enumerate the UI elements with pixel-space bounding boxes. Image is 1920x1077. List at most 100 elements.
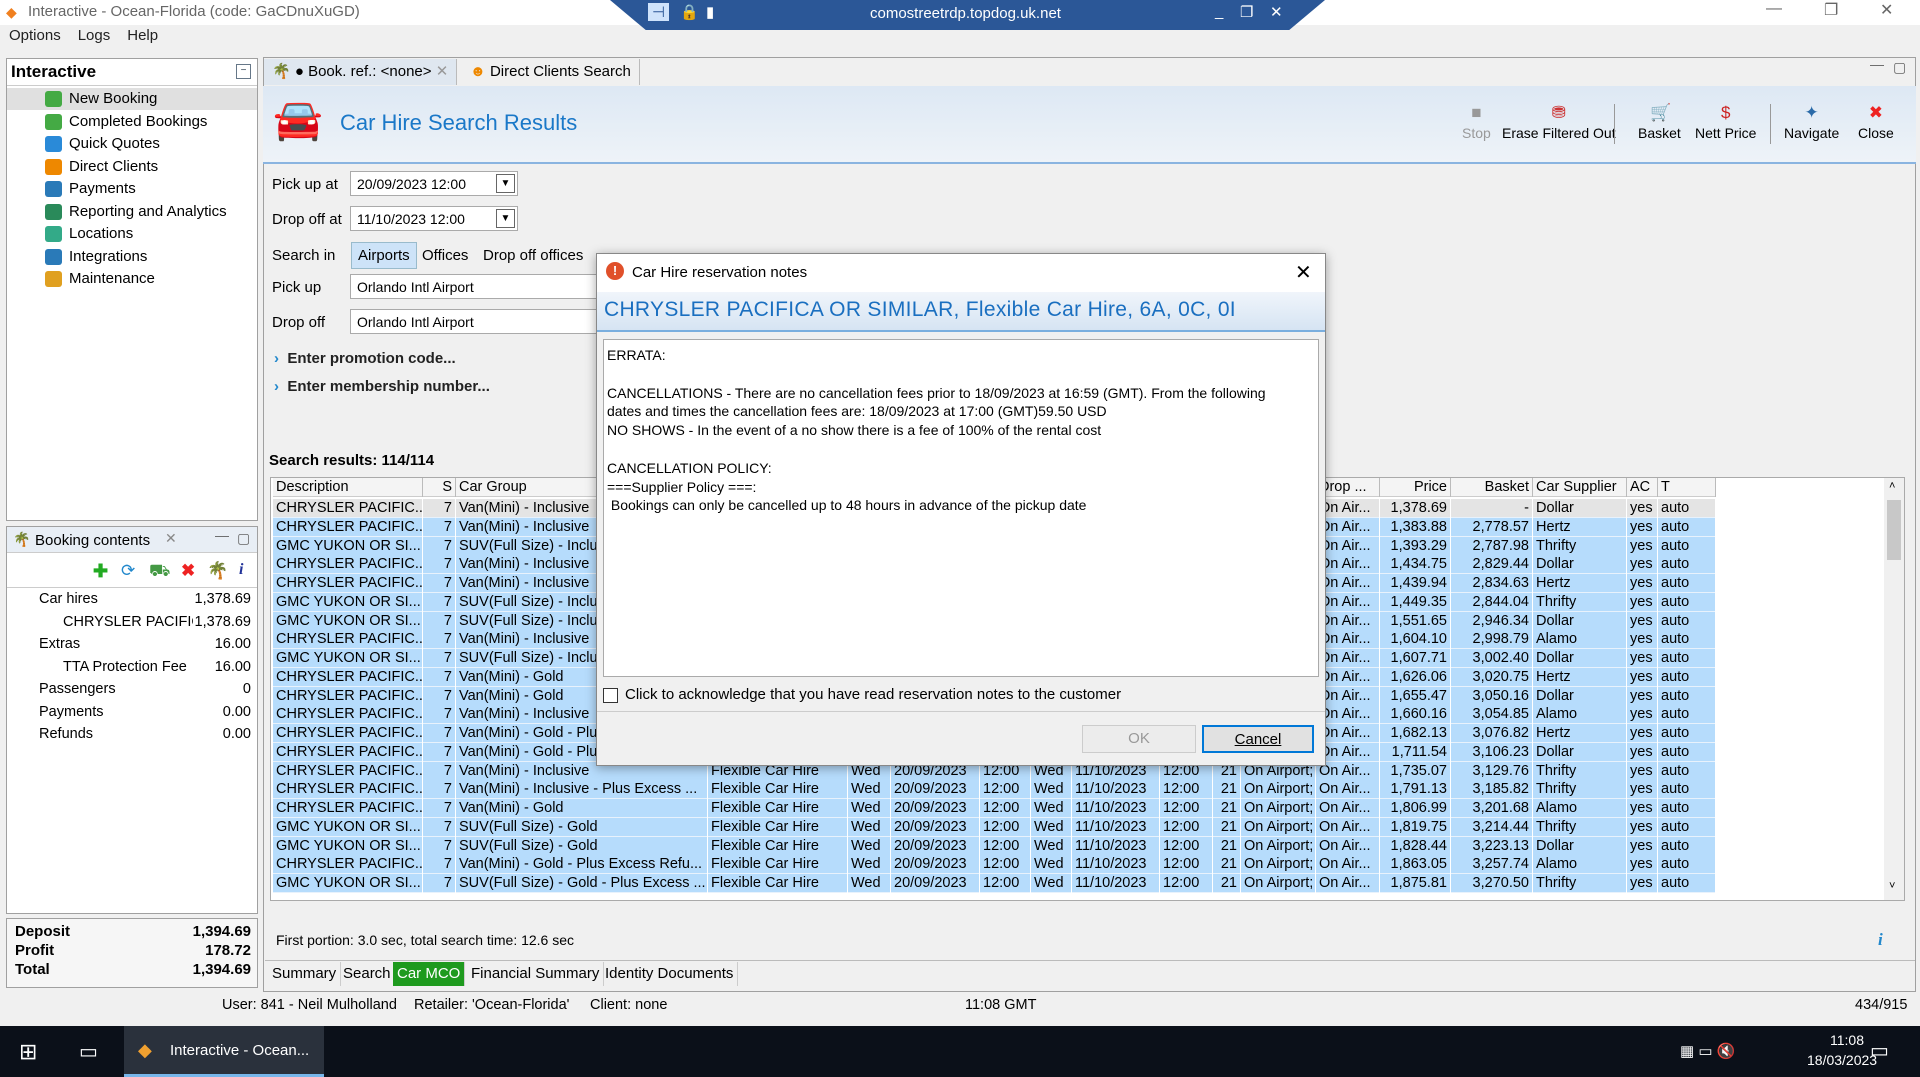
vertical-scrollbar[interactable]: ˄ ˅ — [1884, 478, 1904, 900]
task-view-icon[interactable]: ▭ — [79, 1039, 98, 1064]
tray-icons[interactable]: ▦ ▭ 🔇 — [1680, 1042, 1735, 1060]
column-header[interactable]: S — [423, 478, 456, 497]
tab-identity-documents[interactable]: Identity Documents — [601, 962, 739, 986]
menu-help[interactable]: Help — [127, 27, 158, 44]
scroll-thumb[interactable] — [1887, 500, 1901, 560]
minimize-panel-icon[interactable]: — — [215, 527, 229, 543]
column-header[interactable]: AC — [1627, 478, 1658, 497]
minimize-button[interactable]: — — [1766, 0, 1782, 18]
notification-icon[interactable]: ▭ — [1870, 1038, 1889, 1063]
close-window-button[interactable]: ✕ — [1880, 0, 1893, 20]
chevron-down-icon[interactable]: ▼ — [496, 174, 515, 193]
signal-icon: ▮ — [706, 4, 715, 21]
rdp-restore-button[interactable]: ❐ — [1240, 3, 1253, 21]
taskbar-app-button[interactable]: ◆ Interactive - Ocean... — [124, 1026, 324, 1077]
basket-icon[interactable]: ⛟ — [149, 561, 170, 583]
table-row[interactable]: CHRYSLER PACIFIC... 7 Van(Mini) - Inclusiv… — [273, 780, 1716, 800]
maximize-panel-icon[interactable]: ▢ — [237, 530, 250, 547]
table-cell: 2,834.63 — [1451, 574, 1533, 593]
column-header[interactable]: Description — [273, 478, 423, 497]
sidebar-item-quick-quotes[interactable]: Quick Quotes — [7, 133, 257, 155]
table-cell: 3,076.82 — [1451, 724, 1533, 743]
membership-expander[interactable]: › Enter membership number... — [274, 378, 490, 395]
acknowledge-checkbox[interactable] — [603, 688, 618, 703]
rdp-minimize-button[interactable]: _ — [1215, 3, 1223, 20]
pin-icon[interactable]: ⊣ — [648, 3, 670, 21]
windows-start-icon[interactable]: ⊞ — [19, 1039, 37, 1065]
add-icon[interactable]: ✚ — [93, 561, 108, 582]
sidebar-item-payments[interactable]: Payments — [7, 178, 257, 200]
table-row[interactable]: CHRYSLER PACIFIC... 7 Van(Mini) - Gold Flex… — [273, 799, 1716, 818]
chevron-down-icon[interactable]: ▼ — [496, 209, 515, 228]
sidebar-item-direct-clients[interactable]: Direct Clients — [7, 156, 257, 178]
pickup-datetime-input[interactable]: 20/09/2023 12:00 ▼ — [350, 171, 518, 196]
booking-line-label: Payments — [39, 703, 104, 720]
pickup-location-input[interactable]: Orlando Intl Airport — [350, 274, 600, 299]
table-row[interactable]: GMC YUKON OR SI... 7 SUV(Full Size) - Gold… — [273, 836, 1716, 856]
cancel-button[interactable]: Cancel — [1202, 725, 1314, 753]
dropoff-location-input[interactable]: Orlando Intl Airport — [350, 309, 600, 334]
sidebar-item-label: New Booking — [69, 90, 158, 107]
search-in-airports[interactable]: Airports — [351, 242, 417, 269]
tab-search[interactable]: Search — [339, 962, 396, 986]
acknowledge-label[interactable]: Click to acknowledge that you have read … — [625, 686, 1121, 703]
tab-car-mco[interactable]: Car MCO — [393, 962, 466, 986]
column-header[interactable]: Basket — [1451, 478, 1533, 497]
rdp-close-button[interactable]: ✕ — [1270, 3, 1283, 21]
table-cell: 11/10/2023 — [1072, 836, 1160, 856]
close-panel-icon[interactable]: ✕ — [165, 530, 177, 547]
palm-action-icon[interactable]: 🌴 — [207, 561, 228, 581]
close-button[interactable]: ✖ Close — [1858, 104, 1894, 142]
info-icon[interactable]: i — [239, 561, 243, 579]
dialog-close-button[interactable]: ✕ — [1295, 260, 1312, 285]
table-cell: 1,393.29 — [1380, 536, 1451, 556]
search-in-offices[interactable]: Offices — [422, 247, 468, 264]
maximize-button[interactable]: ❐ — [1824, 0, 1838, 20]
menu-options[interactable]: Options — [9, 27, 61, 44]
table-cell: On Air... — [1316, 780, 1380, 800]
nett-price-button[interactable]: $ Nett Price — [1695, 104, 1756, 142]
tab-financial-summary[interactable]: Financial Summary — [467, 962, 605, 986]
sidebar-item-integrations[interactable]: Integrations — [7, 246, 257, 268]
sidebar-item-new-booking[interactable]: New Booking — [7, 88, 257, 110]
collapse-icon[interactable]: − — [236, 64, 251, 79]
basket-button[interactable]: 🛒 Basket — [1638, 104, 1681, 142]
maximize-view-icon[interactable]: ▢ — [1893, 59, 1906, 76]
info-icon[interactable]: i — [1878, 930, 1883, 950]
delete-icon[interactable]: ✖ — [181, 561, 195, 581]
column-header[interactable]: Price — [1380, 478, 1451, 497]
sidebar-item-maintenance[interactable]: Maintenance — [7, 268, 257, 290]
tab-booking[interactable]: 🌴 ● Book. ref.: <none> ✕ — [264, 59, 458, 85]
stop-button[interactable]: ■ Stop — [1462, 104, 1491, 142]
ok-button[interactable]: OK — [1082, 725, 1196, 753]
search-in-dropoff-offices[interactable]: Drop off offices — [483, 247, 583, 264]
refresh-icon[interactable]: ⟳ — [121, 561, 135, 581]
clock-time[interactable]: 11:08 — [1822, 1032, 1872, 1048]
table-row[interactable]: CHRYSLER PACIFIC... 7 Van(Mini) - Gold - P… — [273, 855, 1716, 875]
table-cell: yes — [1627, 817, 1658, 837]
table-cell: 1,863.05 — [1380, 855, 1451, 875]
erase-filtered-out-button[interactable]: ⛃ Erase Filtered Out — [1502, 104, 1616, 142]
tab-summary[interactable]: Summary — [268, 962, 342, 986]
table-cell: CHRYSLER PACIFIC... — [273, 499, 423, 518]
clock-date[interactable]: 18/03/2023 — [1807, 1052, 1877, 1068]
table-cell: On Airport; ... — [1241, 836, 1316, 856]
table-row[interactable]: GMC YUKON OR SI... 7 SUV(Full Size) - Gold… — [273, 817, 1716, 837]
sidebar-item-completed-bookings[interactable]: Completed Bookings — [7, 111, 257, 133]
close-tab-icon[interactable]: ✕ — [436, 63, 449, 80]
notes-textarea[interactable]: ERRATA: CANCELLATIONS - There are no can… — [603, 339, 1319, 677]
sidebar-item-locations[interactable]: Locations — [7, 223, 257, 245]
navigate-button[interactable]: ✦ Navigate — [1784, 104, 1839, 142]
promo-code-expander[interactable]: › Enter promotion code... — [274, 350, 456, 367]
table-row[interactable]: GMC YUKON OR SI... 7 SUV(Full Size) - Gold… — [273, 874, 1716, 893]
scroll-down-icon[interactable]: ˅ — [1889, 880, 1895, 892]
column-header[interactable]: T — [1658, 478, 1716, 497]
table-cell: Dollar — [1533, 555, 1627, 575]
dropoff-datetime-input[interactable]: 11/10/2023 12:00 ▼ — [350, 206, 518, 231]
sidebar-item-reporting-and-analytics[interactable]: Reporting and Analytics — [7, 201, 257, 223]
menu-logs[interactable]: Logs — [78, 27, 111, 44]
tab-direct-clients-search[interactable]: ☻ Direct Clients Search — [462, 59, 640, 85]
column-header[interactable]: Car Supplier — [1533, 478, 1627, 497]
minimize-view-icon[interactable]: — — [1870, 56, 1884, 72]
scroll-up-icon[interactable]: ˄ — [1889, 480, 1895, 492]
